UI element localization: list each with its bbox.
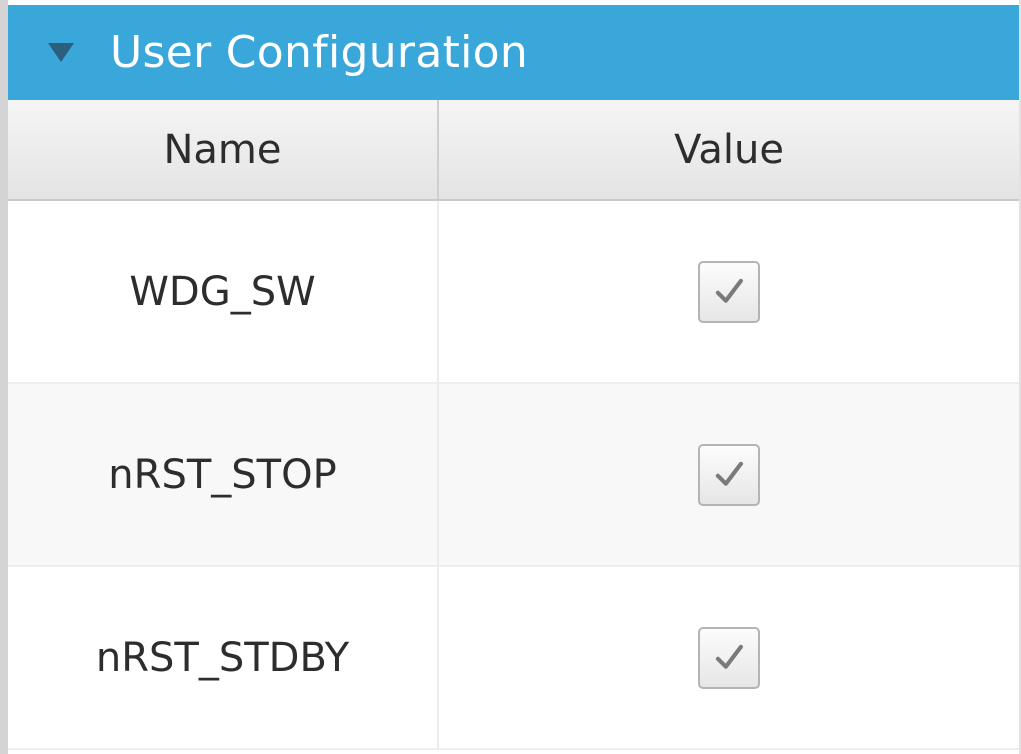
row-value-cell [439,201,1019,382]
panel-title: User Configuration [110,27,529,78]
check-icon [715,644,743,669]
row-name-cell: WDG_SW [8,201,439,382]
row-value-cell [439,384,1019,565]
table-body: WDG_SW nRST_STOP nRST_STDBY [8,201,1019,754]
row-value-cell [439,567,1019,748]
row-name-cell: nRST_STDBY [8,567,439,748]
panel-header[interactable]: User Configuration [8,5,1019,100]
nrst-stop-checkbox[interactable] [698,443,760,506]
check-icon [715,461,743,486]
nrst-stdby-checkbox[interactable] [698,626,760,689]
wdg-sw-checkbox[interactable] [698,260,760,323]
row-name-cell: nRST_STOP [8,384,439,565]
user-configuration-panel: User Configuration Name Value WDG_SW nRS… [0,0,1021,754]
table-row[interactable]: WDG_SW [8,201,1019,384]
table-header: Name Value [8,100,1019,201]
column-header-value[interactable]: Value [439,100,1019,199]
triangle-down-icon[interactable] [48,43,74,62]
table-row[interactable]: nRST_STOP [8,384,1019,567]
table-row[interactable]: nRST_STDBY [8,567,1019,750]
check-icon [715,278,743,303]
column-header-name[interactable]: Name [8,100,439,199]
config-table: Name Value WDG_SW nRST_STOP nRST_STDBY [8,100,1019,754]
